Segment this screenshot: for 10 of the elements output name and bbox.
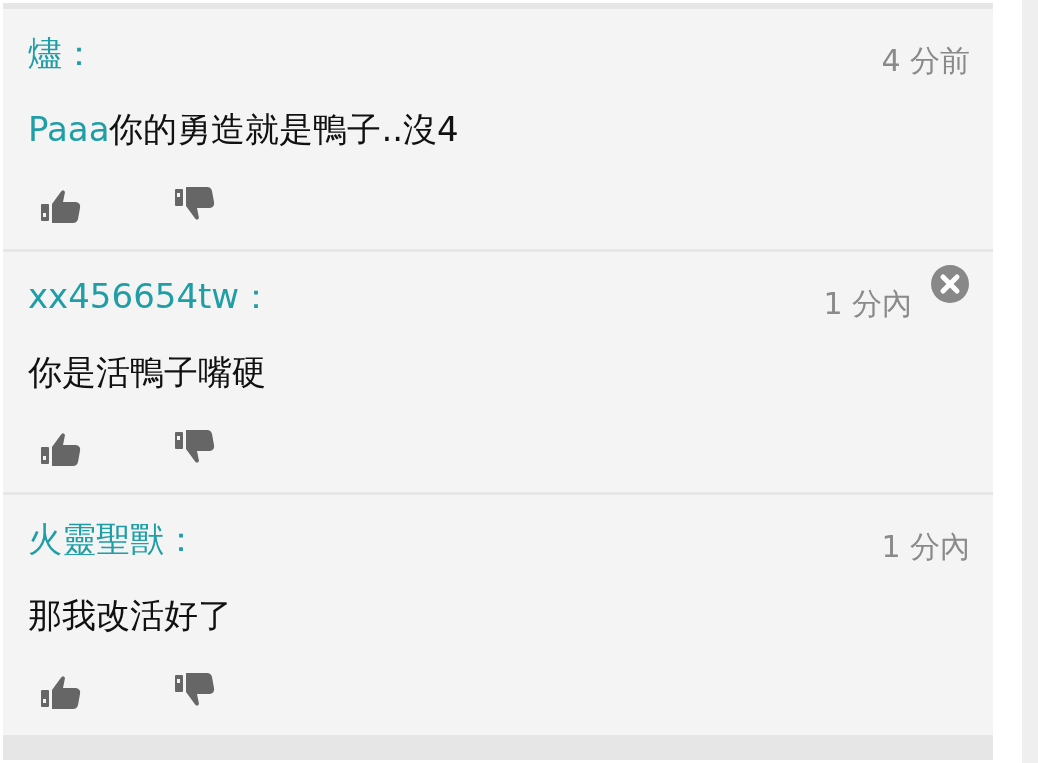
close-icon[interactable] xyxy=(930,264,970,304)
timestamp: 1 分內 xyxy=(823,285,912,323)
comment-text: Paaa你的勇造就是鴨子..沒4 xyxy=(28,108,460,151)
timestamp: 1 分內 xyxy=(881,528,970,566)
username[interactable]: 火靈聖獸： xyxy=(28,517,882,561)
timestamp: 4 分前 xyxy=(881,42,970,80)
comment-text: 你是活鴨子嘴硬 xyxy=(28,351,267,394)
comment-text: 那我改活好了 xyxy=(28,594,233,637)
username[interactable]: xx456654tw： xyxy=(28,274,824,318)
username[interactable]: 燼： xyxy=(28,31,882,75)
